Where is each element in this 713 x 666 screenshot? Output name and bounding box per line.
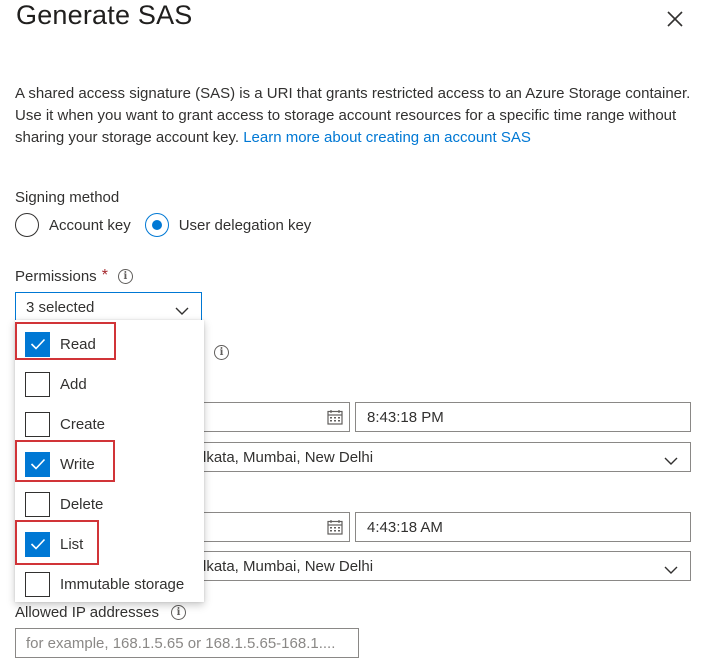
allowed-ip-input[interactable]: for example, 168.1.5.65 or 168.1.5.65-16…	[15, 628, 359, 658]
radio-selected-dot	[151, 220, 162, 230]
checkbox-delete[interactable]	[25, 491, 50, 517]
checkbox-immutable-storage[interactable]	[25, 571, 50, 597]
checkbox-write[interactable]	[25, 451, 50, 477]
permission-option-create[interactable]: Create	[25, 408, 105, 440]
start-time-value: 8:43:18 PM	[367, 409, 444, 426]
permissions-label-row: Permissions * i	[15, 267, 133, 285]
expiry-time-value: 4:43:18 AM	[367, 519, 443, 536]
start-timezone-value: lkata, Mumbai, New Delhi	[203, 449, 374, 466]
calendar-icon[interactable]	[327, 519, 343, 539]
permission-label-create: Create	[60, 415, 106, 433]
radio-user-delegation-key[interactable]	[144, 213, 169, 237]
signing-method-label: Signing method	[15, 189, 120, 206]
chevron-down-icon	[664, 453, 678, 470]
info-icon[interactable]: i	[170, 605, 186, 620]
expiry-timezone-value: lkata, Mumbai, New Delhi	[203, 558, 374, 575]
required-asterisk: *	[101, 267, 108, 284]
radio-account-key[interactable]	[15, 213, 39, 237]
permission-option-immutable-storage[interactable]: Immutable storage	[25, 568, 184, 600]
permission-label-immutable-storage: Immutable storage	[60, 575, 185, 593]
permissions-dropdown[interactable]: 3 selected	[15, 292, 202, 322]
expiry-time-field[interactable]: 4:43:18 AM	[355, 512, 691, 542]
start-timezone-dropdown[interactable]: lkata, Mumbai, New Delhi	[190, 442, 691, 472]
start-time-field[interactable]: 8:43:18 PM	[355, 402, 691, 432]
info-icon[interactable]: i	[214, 345, 229, 360]
expiry-date-field[interactable]	[190, 512, 350, 542]
permission-label-delete: Delete	[60, 495, 104, 513]
radio-user-delegation-key-label: User delegation key	[178, 216, 312, 234]
panel-title: Generate SAS	[16, 0, 193, 30]
learn-more-link[interactable]: Learn more about creating an account SAS	[243, 129, 531, 146]
allowed-ip-label: Allowed IP addresses	[15, 604, 159, 621]
permissions-label: Permissions	[15, 267, 97, 285]
chevron-down-icon	[175, 303, 189, 320]
permission-option-write[interactable]: Write	[25, 448, 95, 480]
checkbox-add[interactable]	[25, 371, 50, 397]
permission-label-add: Add	[60, 375, 87, 393]
permissions-dropdown-panel: Read Add Create Write Delete List Immuta…	[15, 320, 204, 602]
permission-option-read[interactable]: Read	[25, 328, 96, 360]
start-date-field[interactable]	[190, 402, 350, 432]
calendar-icon[interactable]	[327, 409, 343, 429]
permissions-selected-text: 3 selected	[26, 299, 95, 316]
permission-option-list[interactable]: List	[25, 528, 83, 560]
radio-account-key-label: Account key	[49, 216, 131, 234]
permission-option-delete[interactable]: Delete	[25, 488, 103, 520]
permission-label-write: Write	[60, 455, 95, 473]
checkbox-read[interactable]	[25, 331, 50, 357]
expiry-timezone-dropdown[interactable]: lkata, Mumbai, New Delhi	[190, 551, 691, 581]
permission-option-add[interactable]: Add	[25, 368, 87, 400]
description: A shared access signature (SAS) is a URI…	[15, 83, 695, 149]
chevron-down-icon	[664, 562, 678, 579]
permission-label-read: Read	[60, 335, 96, 353]
info-icon[interactable]: i	[117, 268, 133, 284]
checkbox-list[interactable]	[25, 531, 50, 557]
checkbox-create[interactable]	[25, 411, 50, 437]
allowed-ip-label-row: Allowed IP addresses i	[15, 604, 186, 621]
close-icon[interactable]	[664, 8, 686, 30]
permission-label-list: List	[60, 535, 84, 553]
signing-method-radio-group: Account key User delegation key	[15, 212, 325, 238]
allowed-ip-placeholder: for example, 168.1.5.65 or 168.1.5.65-16…	[26, 635, 336, 652]
